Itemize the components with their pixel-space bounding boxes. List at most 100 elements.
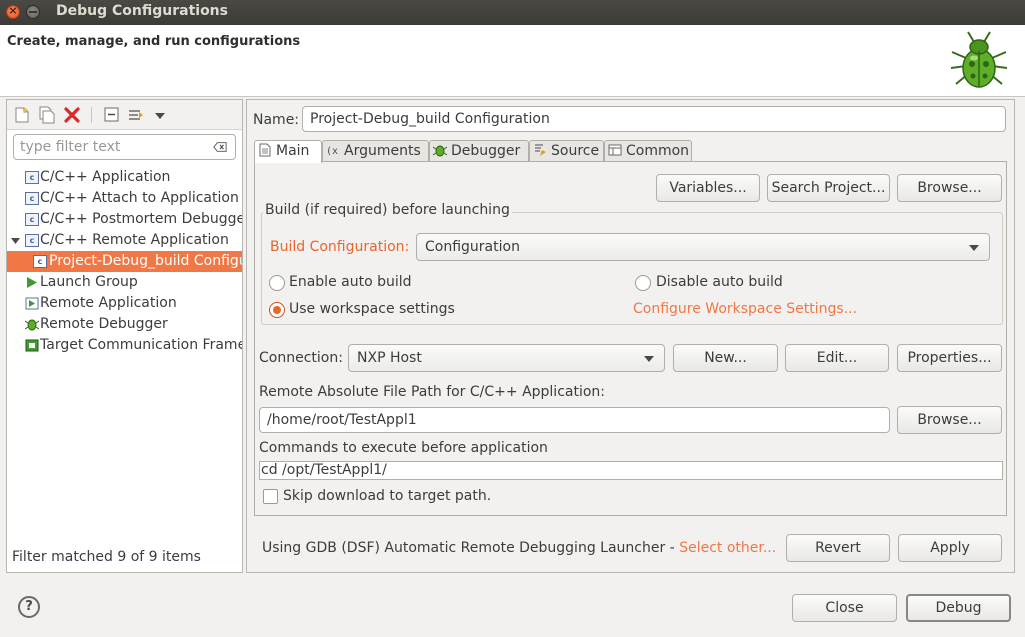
delete-icon[interactable] xyxy=(63,106,81,124)
remote-debugger-icon xyxy=(25,319,39,331)
c-config-icon: c xyxy=(25,192,39,205)
variables-button[interactable]: Variables... xyxy=(656,174,760,202)
skip-download-label: Skip download to target path. xyxy=(283,488,492,504)
filter-status: Filter matched 9 of 9 items xyxy=(12,549,201,565)
window-close-button[interactable]: × xyxy=(6,4,20,19)
skip-download-checkbox[interactable] xyxy=(263,489,278,504)
select-other-link[interactable]: Select other... xyxy=(679,540,776,556)
connection-label: Connection: xyxy=(259,350,343,366)
apply-button[interactable]: Apply xyxy=(898,534,1002,562)
tree-item-label: Project-Debug_build Configuration xyxy=(49,253,242,269)
build-configuration-label: Build Configuration: xyxy=(270,239,410,255)
tree-item-tcf[interactable]: Target Communication Framework xyxy=(7,335,242,356)
remote-app-icon xyxy=(25,297,39,310)
source-tab-icon xyxy=(535,144,546,156)
tree-item-label: C/C++ Postmortem Debugger xyxy=(40,211,242,227)
common-tab-icon xyxy=(608,144,622,156)
tab-label: Arguments xyxy=(344,143,421,159)
configure-workspace-settings-link[interactable]: Configure Workspace Settings... xyxy=(633,301,857,317)
search-project-button[interactable]: Search Project... xyxy=(767,174,890,202)
tree-item-cpp-application[interactable]: c C/C++ Application xyxy=(7,167,242,188)
tree-item-remote-application[interactable]: Remote Application xyxy=(7,293,242,314)
filter-input[interactable] xyxy=(20,136,210,158)
filter-icon[interactable] xyxy=(127,106,145,124)
window-minimize-button[interactable] xyxy=(26,5,40,19)
revert-button[interactable]: Revert xyxy=(786,534,890,562)
configurations-panel: c C/C++ Application c C/C++ Attach to Ap… xyxy=(6,99,243,573)
remote-path-field[interactable]: /home/root/TestAppl1 xyxy=(259,407,890,433)
enable-auto-build-label: Enable auto build xyxy=(289,274,412,290)
browse-button[interactable]: Browse... xyxy=(897,174,1002,202)
disable-auto-build-radio[interactable] xyxy=(635,275,651,291)
debugger-tab-icon xyxy=(433,145,447,157)
tab-debugger[interactable]: Debugger xyxy=(429,140,529,162)
tcf-icon xyxy=(25,339,39,352)
launcher-text: Using GDB (DSF) Automatic Remote Debuggi… xyxy=(262,540,776,556)
window-title: Debug Configurations xyxy=(56,3,228,19)
collapse-all-icon[interactable] xyxy=(103,106,121,124)
view-menu-icon[interactable] xyxy=(151,106,169,124)
remote-browse-button[interactable]: Browse... xyxy=(897,406,1002,434)
commands-field[interactable]: cd /opt/TestAppl1/ xyxy=(259,461,1003,480)
expand-arrow-icon[interactable] xyxy=(11,236,20,245)
tab-main[interactable]: Main xyxy=(254,140,322,163)
c-config-icon: c xyxy=(25,234,39,247)
c-config-icon: c xyxy=(25,171,39,184)
enable-auto-build-radio[interactable] xyxy=(269,275,285,291)
launcher-description: Using GDB (DSF) Automatic Remote Debuggi… xyxy=(262,540,680,556)
main-tab-icon xyxy=(259,143,271,157)
toolbar-separator xyxy=(91,107,92,123)
tree-item-project-debug-build[interactable]: c Project-Debug_build Configuration xyxy=(7,251,242,272)
remote-path-label: Remote Absolute File Path for C/C++ Appl… xyxy=(259,384,606,400)
tree-item-cpp-remote-application[interactable]: c C/C++ Remote Application xyxy=(7,230,242,251)
chevron-down-icon xyxy=(644,356,654,362)
minimize-icon xyxy=(29,11,37,13)
name-label: Name: xyxy=(253,112,300,128)
tab-common[interactable]: Common xyxy=(604,140,692,162)
tab-label: Main xyxy=(276,143,310,159)
configurations-toolbar xyxy=(7,100,242,130)
edit-connection-button[interactable]: Edit... xyxy=(785,344,889,372)
chevron-down-icon xyxy=(969,245,979,251)
debug-button[interactable]: Debug xyxy=(906,594,1011,622)
tab-label: Source xyxy=(551,143,600,159)
tree-item-label: Remote Application xyxy=(40,295,177,311)
tree-item-launch-group[interactable]: Launch Group xyxy=(7,272,242,293)
dialog-header-text: Create, manage, and run configurations xyxy=(7,34,301,49)
tab-label: Common xyxy=(626,143,690,159)
tree-item-cpp-postmortem[interactable]: c C/C++ Postmortem Debugger xyxy=(7,209,242,230)
clear-filter-icon[interactable] xyxy=(213,141,227,153)
tree-item-cpp-attach[interactable]: c C/C++ Attach to Application xyxy=(7,188,242,209)
use-workspace-settings-radio[interactable] xyxy=(269,302,285,318)
tree-item-label: Remote Debugger xyxy=(40,316,168,332)
arguments-tab-icon: (x) xyxy=(326,146,340,157)
duplicate-icon[interactable] xyxy=(38,106,56,124)
tab-source[interactable]: Source xyxy=(529,140,604,162)
commands-label: Commands to execute before application xyxy=(259,440,548,456)
c-config-icon: c xyxy=(25,213,39,226)
title-bar: × Debug Configurations xyxy=(0,0,1025,25)
c-config-icon: c xyxy=(33,255,47,268)
tab-arguments[interactable]: (x) Arguments xyxy=(322,140,429,162)
connection-properties-button[interactable]: Properties... xyxy=(897,344,1002,372)
build-configuration-select[interactable]: Configuration xyxy=(416,233,990,261)
tree-item-label: C/C++ Remote Application xyxy=(40,232,229,248)
connection-value: NXP Host xyxy=(357,350,422,366)
connection-select[interactable]: NXP Host xyxy=(348,344,665,372)
use-workspace-settings-label: Use workspace settings xyxy=(289,301,455,317)
close-button[interactable]: Close xyxy=(792,594,897,622)
dialog-header: Create, manage, and run configurations xyxy=(0,25,1025,97)
build-group-title: Build (if required) before launching xyxy=(263,202,512,218)
help-icon[interactable]: ? xyxy=(18,596,40,618)
build-configuration-value: Configuration xyxy=(425,239,520,255)
svg-text:(x): (x) xyxy=(326,146,340,157)
new-config-icon[interactable] xyxy=(13,106,31,124)
new-connection-button[interactable]: New... xyxy=(673,344,778,372)
disable-auto-build-label: Disable auto build xyxy=(656,274,783,290)
tab-label: Debugger xyxy=(451,143,521,159)
name-field[interactable]: Project-Debug_build Configuration xyxy=(302,106,1006,132)
tree-item-remote-debugger[interactable]: Remote Debugger xyxy=(7,314,242,335)
launch-group-icon xyxy=(27,277,37,288)
filter-field[interactable] xyxy=(13,134,236,160)
debug-bug-icon xyxy=(950,31,1008,88)
